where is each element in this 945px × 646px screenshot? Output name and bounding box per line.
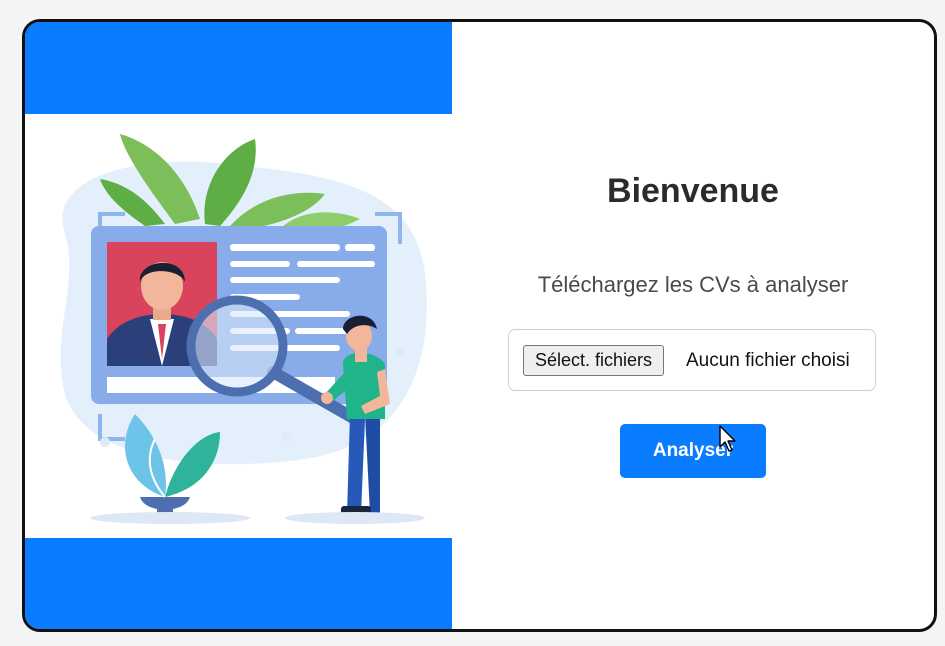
main-card: Bienvenue Téléchargez les CVs à analyser… <box>22 19 937 632</box>
upload-instruction: Téléchargez les CVs à analyser <box>537 272 849 297</box>
select-files-button[interactable]: Sélect. fichiers <box>523 345 665 376</box>
analyze-button[interactable]: Analyser <box>620 424 766 478</box>
resume-illustration <box>25 114 452 538</box>
illustration-panel <box>25 22 452 629</box>
ground-shadow <box>90 512 250 524</box>
mouse-pointer-icon <box>719 425 736 452</box>
welcome-panel: Bienvenue Téléchargez les CVs à analyser… <box>452 22 934 629</box>
file-upload-field[interactable]: Sélect. fichiers Aucun fichier choisi <box>508 329 876 391</box>
page-title: Bienvenue <box>607 172 779 210</box>
file-status-text: Aucun fichier choisi <box>686 350 850 371</box>
